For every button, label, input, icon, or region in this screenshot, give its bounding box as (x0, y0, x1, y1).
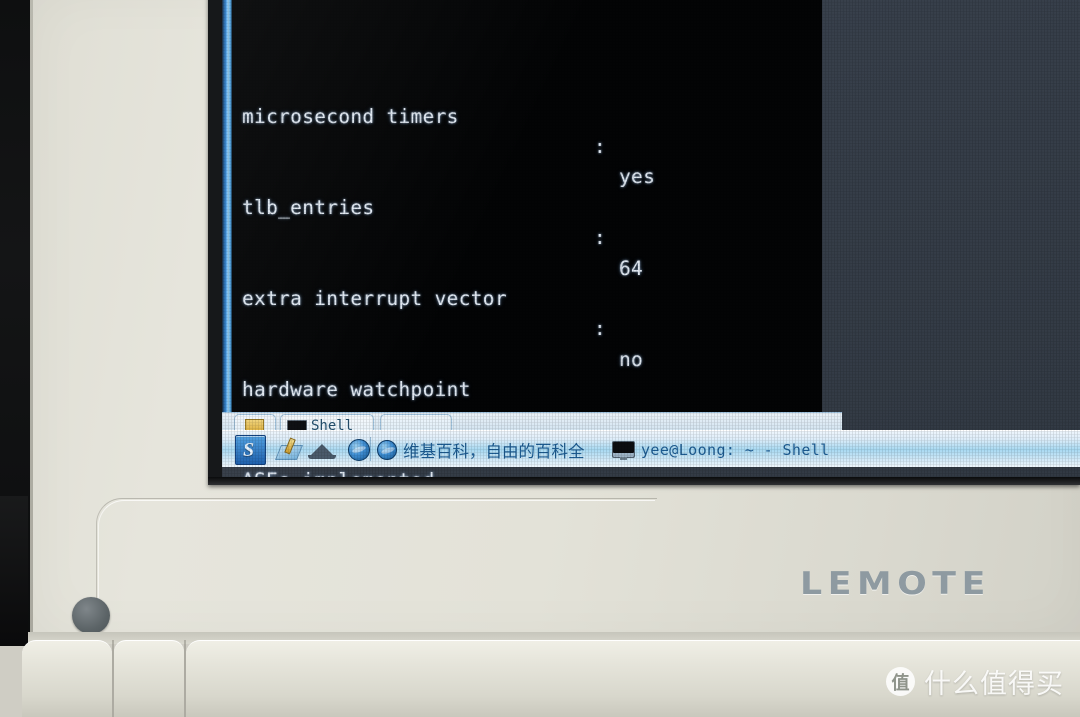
cpuinfo-key: extra interrupt vector (242, 287, 507, 311)
taskbar[interactable]: S 维基百科，自由的百科全 yee@Loong: ~ - Shell (222, 430, 1080, 467)
mountain-icon-base (308, 455, 336, 459)
watermark-badge: 值 (886, 667, 915, 696)
bezel-groove-highlight (98, 500, 655, 629)
cpuinfo-row: hardware watchpoint : no (234, 345, 834, 462)
cpuinfo-key: ASEs implemented (242, 466, 435, 477)
start-icon: S (243, 439, 255, 461)
pen-tablet-icon[interactable] (274, 437, 304, 460)
cpuinfo-colon: : (594, 226, 607, 250)
background-dark-lower-left (0, 496, 28, 646)
lid-left-edge (30, 0, 33, 640)
taskbar-task-wikipedia[interactable]: 维基百科，自由的百科全 (377, 438, 585, 461)
cpuinfo-colon: : (594, 135, 607, 159)
globe-browser-icon (377, 439, 397, 460)
watermark: 值 什么值得买 (886, 662, 1064, 701)
laptop-screen: microsecond timers : yes tlb_entries : 6… (222, 0, 1080, 477)
cpuinfo-key: tlb_entries (242, 195, 375, 219)
terminal-output: microsecond timers : yes tlb_entries : 6… (234, 0, 834, 477)
start-button[interactable]: S (235, 435, 266, 465)
hinge-seam-1 (112, 640, 114, 717)
hinge-seam-2 (184, 640, 186, 717)
cpuinfo-row: tlb_entries : 64 (234, 162, 834, 280)
globe-browser-icon[interactable] (348, 439, 370, 461)
taskbar-task-label: yee@Loong: ~ - Shell (641, 440, 830, 459)
laptop-photo: microsecond timers : yes tlb_entries : 6… (0, 0, 1080, 717)
cpuinfo-row: microsecond timers : yes (234, 71, 834, 189)
cpuinfo-key: hardware watchpoint (242, 378, 471, 402)
terminal-window[interactable]: microsecond timers : yes tlb_entries : 6… (222, 0, 842, 477)
lemote-brand-logo: LEMOTE (800, 566, 991, 602)
window-left-border (222, 0, 232, 425)
taskbar-separator (370, 437, 371, 461)
hinge-barrel-left (22, 640, 112, 717)
rubber-foot (72, 597, 110, 634)
cpuinfo-colon: : (594, 317, 607, 341)
taskbar-task-shell[interactable]: yee@Loong: ~ - Shell (612, 438, 830, 461)
cpuinfo-key: microsecond timers (242, 104, 459, 128)
cpuinfo-row: extra interrupt vector : no (234, 254, 834, 371)
terminal-body[interactable]: microsecond timers : yes tlb_entries : 6… (232, 0, 822, 477)
terminal-icon (612, 441, 635, 460)
watermark-text: 什么值得买 (924, 669, 1064, 700)
hinge-barrel-mid (114, 640, 184, 717)
taskbar-task-label: 维基百科，自由的百科全 (403, 441, 585, 461)
